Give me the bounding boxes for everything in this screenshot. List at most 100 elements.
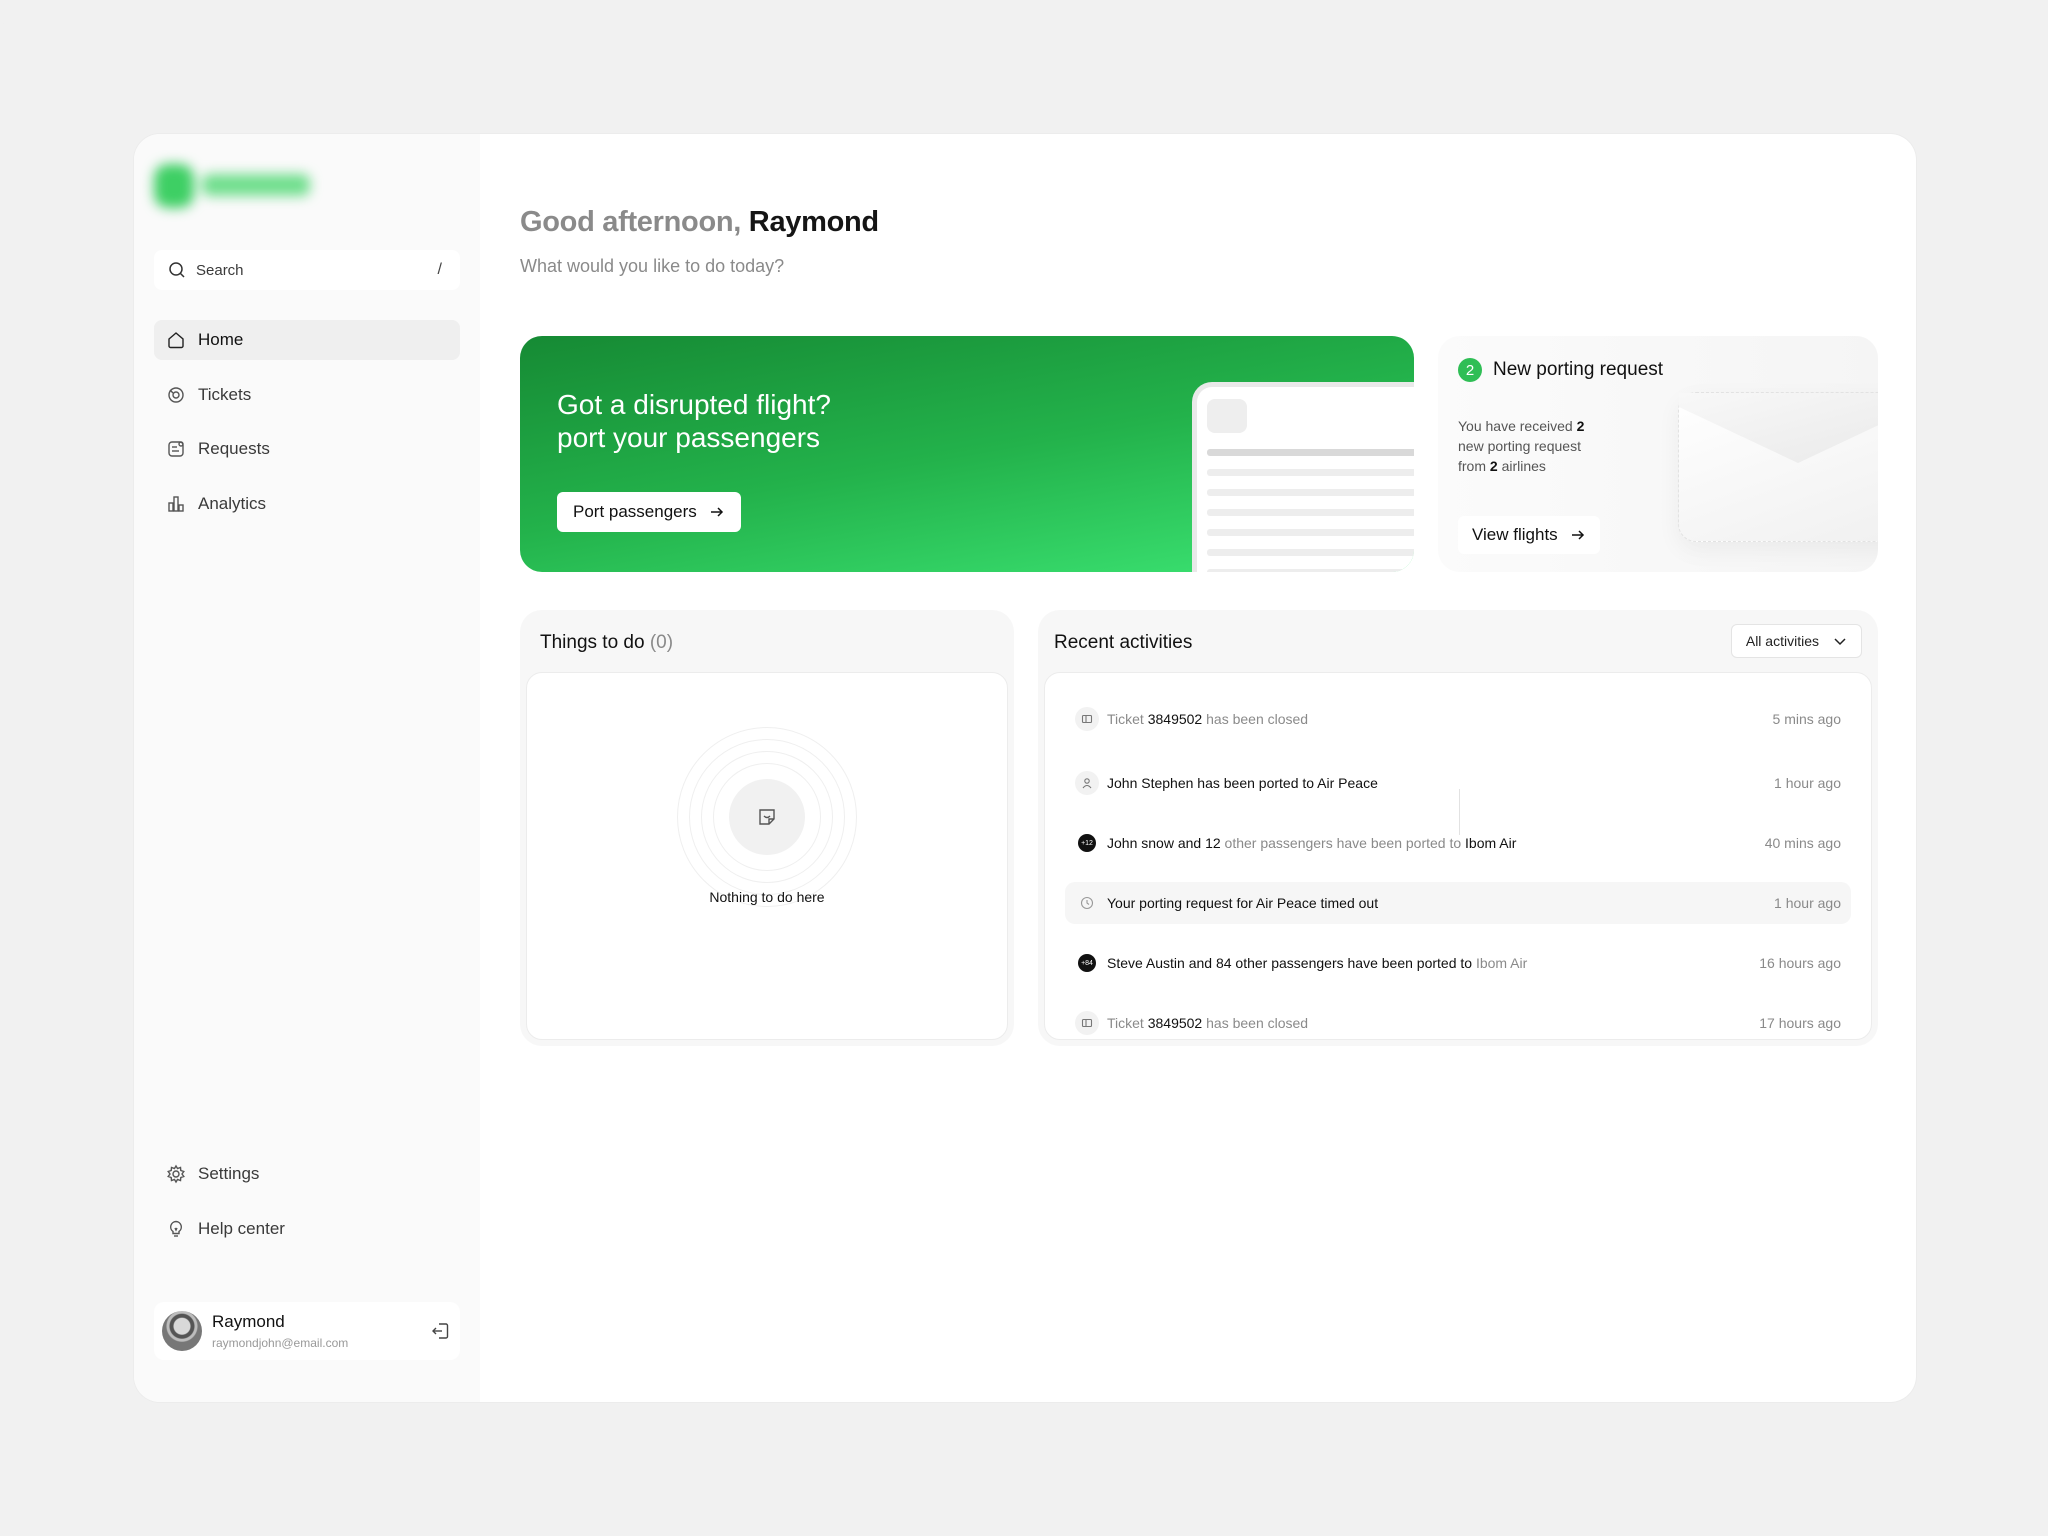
- activity-text-part: John snow and 12: [1107, 835, 1221, 851]
- activity-text: John snow and 12 other passengers have b…: [1107, 835, 1765, 851]
- porting-desc-text: airlines: [1501, 458, 1546, 474]
- page-title: Good afternoon, Raymond: [520, 206, 879, 239]
- search-shortcut: /: [437, 261, 442, 278]
- activity-text-part: Steve Austin and 84 other passengers hav…: [1107, 955, 1473, 971]
- activity-time: 1 hour ago: [1774, 895, 1841, 911]
- activity-time: 40 mins ago: [1764, 835, 1841, 851]
- activity-time: 17 hours ago: [1759, 1015, 1841, 1031]
- banner-line-1: Got a disrupted flight?: [557, 389, 831, 420]
- user-profile[interactable]: Raymond raymondjohn@email.com: [154, 1302, 460, 1360]
- home-icon: [166, 330, 186, 350]
- view-flights-label: View flights: [1472, 525, 1558, 544]
- empty-state-illustration: [677, 727, 857, 907]
- avatar: [162, 1311, 202, 1351]
- passenger-count-badge: +12: [1078, 834, 1096, 852]
- app-window: Search / Home Tickets Requests Analytics: [134, 134, 1916, 1402]
- things-to-do-count: (0): [649, 632, 674, 653]
- activity-time: 5 mins ago: [1772, 711, 1841, 727]
- sidebar-item-requests[interactable]: Requests: [154, 429, 460, 469]
- search-input[interactable]: Search /: [154, 250, 460, 290]
- activities-filter-dropdown[interactable]: All activities: [1730, 624, 1862, 658]
- chevron-down-icon: [1834, 638, 1846, 646]
- banner-line-2: port your passengers: [557, 422, 821, 453]
- activity-item[interactable]: John Stephen has been ported to Air Peac…: [1065, 762, 1851, 804]
- illustration-line: [1207, 569, 1414, 572]
- porting-request-card: 2 New porting request You have received …: [1438, 336, 1878, 572]
- screen-frame: Search / Home Tickets Requests Analytics: [0, 0, 2048, 1536]
- porting-description: You have received 2 new porting request …: [1458, 416, 1608, 476]
- port-passengers-banner: Got a disrupted flight? port your passen…: [520, 336, 1414, 572]
- arrow-right-icon: [710, 507, 723, 517]
- things-to-do-panel: Things to do (0) Nothing to do here: [520, 610, 1014, 1046]
- lightbulb-icon: [166, 1219, 186, 1239]
- things-to-do-body: Nothing to do here: [526, 672, 1008, 1040]
- requests-icon: [166, 439, 186, 459]
- porting-title: New porting request: [1493, 359, 1664, 380]
- passenger-count-badge: +84: [1078, 954, 1096, 972]
- user-meta: Raymond raymondjohn@email.com: [212, 1312, 430, 1350]
- illustration-line: [1207, 509, 1414, 516]
- empty-state-text: Nothing to do here: [709, 889, 825, 905]
- sidebar-item-home[interactable]: Home: [154, 320, 460, 360]
- sidebar-item-label: Help center: [198, 1218, 285, 1238]
- activity-text-part: has been closed: [1206, 1015, 1309, 1031]
- porting-desc-text: You have received: [1458, 418, 1573, 434]
- greeting-name: Raymond: [748, 206, 879, 238]
- recent-activities-title: Recent activities: [1054, 632, 1193, 653]
- activity-text-part: Ticket: [1107, 1015, 1144, 1031]
- activity-ticket-number: 3849502: [1147, 711, 1203, 727]
- envelope-illustration: [1678, 392, 1878, 542]
- porting-desc-count: 2: [1576, 418, 1585, 434]
- filter-label: All activities: [1745, 633, 1819, 649]
- things-to-do-title: Things to do (0): [540, 632, 673, 654]
- brand-logo[interactable]: [148, 160, 318, 212]
- activity-text: Your porting request for Air Peace timed…: [1107, 895, 1379, 911]
- activity-text: Steve Austin and 84 other passengers hav…: [1107, 955, 1759, 971]
- banner-heading: Got a disrupted flight? port your passen…: [557, 388, 831, 454]
- view-flights-button[interactable]: View flights: [1458, 516, 1600, 554]
- activity-text: John Stephen has been ported to Air Peac…: [1107, 775, 1378, 791]
- illustration-line: [1207, 489, 1414, 496]
- activity-airline: Ibom Air: [1475, 955, 1528, 971]
- sidebar-item-label: Analytics: [198, 493, 267, 513]
- sidebar-item-tickets[interactable]: Tickets: [154, 375, 460, 415]
- activities-list: Ticket 3849502 has been closed 5 mins ag…: [1044, 672, 1872, 1040]
- arrow-right-icon: [1571, 530, 1584, 540]
- port-passengers-button[interactable]: Port passengers: [557, 492, 741, 532]
- activity-item[interactable]: Your porting request for Air Peace timed…: [1065, 882, 1851, 924]
- user-email: raymondjohn@email.com: [212, 1336, 349, 1350]
- things-to-do-label: Things to do: [540, 632, 645, 653]
- illustration-line: [1207, 469, 1414, 476]
- sidebar-item-help-center[interactable]: Help center: [154, 1209, 460, 1249]
- sidebar-bottom-nav: Settings Help center: [154, 1154, 460, 1263]
- porting-count-badge: 2: [1458, 358, 1482, 382]
- activity-airline: Ibom Air: [1465, 835, 1517, 851]
- activity-item[interactable]: Ticket 3849502 has been closed 5 mins ag…: [1065, 698, 1851, 740]
- activity-text-part: Ticket: [1107, 711, 1144, 727]
- recent-activities-panel: Recent activities All activities Ticket …: [1038, 610, 1878, 1046]
- porting-desc-airlines: 2: [1489, 458, 1498, 474]
- logout-icon[interactable]: [430, 1320, 452, 1342]
- activity-ticket-number: 3849502: [1147, 1015, 1203, 1031]
- gear-icon: [166, 1164, 186, 1184]
- search-label: Search: [196, 261, 244, 279]
- sidebar-item-label: Requests: [198, 439, 270, 458]
- activity-item[interactable]: Ticket 3849502 has been closed 17 hours …: [1065, 1002, 1851, 1039]
- search-icon: [169, 262, 185, 278]
- illustration-block: [1207, 399, 1247, 433]
- main-content: Good afternoon, Raymond What would you l…: [480, 134, 1916, 1402]
- logo-wordmark: [202, 174, 310, 196]
- sidebar-item-analytics[interactable]: Analytics: [154, 484, 460, 524]
- activity-item[interactable]: +84 Steve Austin and 84 other passengers…: [1065, 942, 1851, 984]
- logo-mark: [154, 164, 194, 208]
- sidebar-item-settings[interactable]: Settings: [154, 1154, 460, 1194]
- ticket-icon: [1075, 1011, 1099, 1035]
- sidebar-item-label: Home: [198, 330, 244, 349]
- activity-item[interactable]: +12 John snow and 12 other passengers ha…: [1065, 822, 1851, 864]
- port-passengers-label: Port passengers: [573, 502, 697, 521]
- activity-time: 1 hour ago: [1774, 775, 1841, 791]
- ticket-icon: [1075, 707, 1099, 731]
- activity-text-part: other passengers have been ported to: [1224, 835, 1462, 851]
- sidebar-nav: Home Tickets Requests Analytics: [154, 320, 460, 538]
- sidebar-item-label: Settings: [198, 1164, 260, 1183]
